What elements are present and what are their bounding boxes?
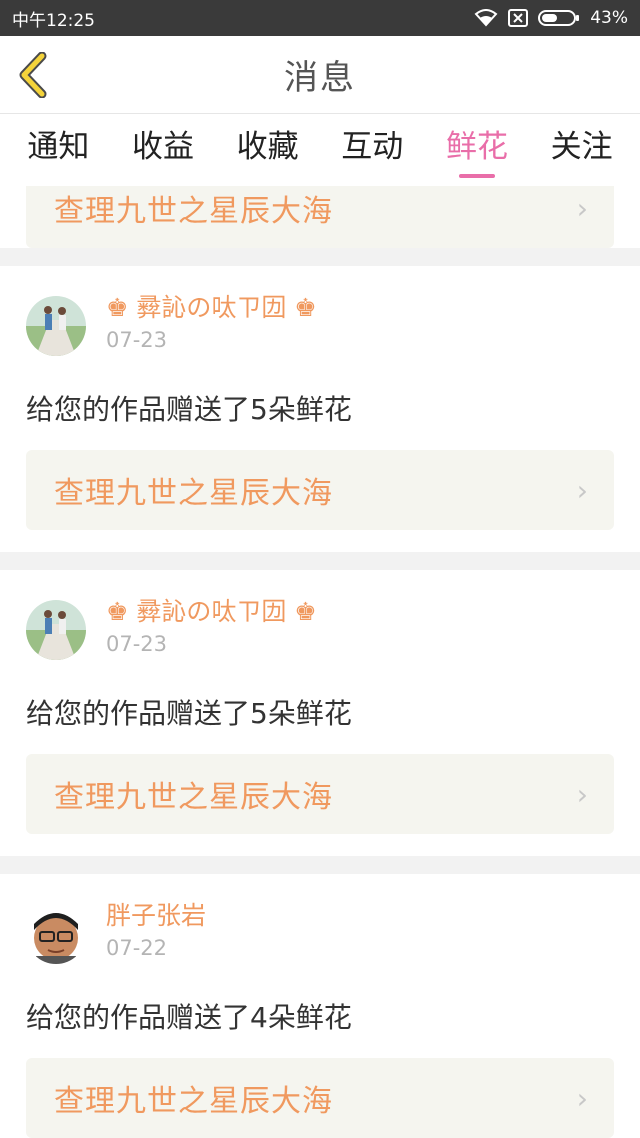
avatar[interactable]: [26, 904, 86, 964]
tab-following[interactable]: 关注: [545, 114, 619, 186]
work-title: 查理九世之星辰大海: [54, 194, 333, 229]
message-date: 07-23: [106, 632, 168, 656]
chevron-right-icon: ›: [576, 473, 588, 507]
back-button[interactable]: [14, 52, 54, 98]
work-link[interactable]: 查理九世之星辰大海 ›: [26, 450, 614, 530]
status-bar: 中午12:25 43%: [0, 0, 640, 36]
user-row: ♚ 彛訫の呔ㄗ㘞 ♚ 07-23: [26, 594, 614, 666]
message-date: 07-23: [106, 328, 168, 352]
tab-notifications[interactable]: 通知: [21, 114, 95, 186]
user-name[interactable]: 胖子张岩: [106, 898, 206, 934]
message-card: ♚ 彛訫の呔ㄗ㘞 ♚ 07-23 给您的作品赠送了5朵鲜花 查理九世之星辰大海 …: [0, 570, 640, 856]
work-title: 查理九世之星辰大海: [54, 476, 333, 511]
message-list: 查理九世之星辰大海 › ♚ 彛訫の呔ㄗ㘞 ♚ 07-23 给您的作品赠送了5朵鲜…: [0, 186, 640, 1138]
message-card: 查理九世之星辰大海 ›: [0, 186, 640, 248]
avatar[interactable]: [26, 600, 86, 660]
tab-bar: 通知 收益 收藏 互动 鲜花 关注: [0, 114, 640, 186]
chevron-left-icon: [19, 52, 47, 98]
message-card: 胖子张岩 07-22 给您的作品赠送了4朵鲜花 查理九世之星辰大海 ›: [0, 874, 640, 1138]
tab-flowers[interactable]: 鲜花: [440, 114, 514, 186]
battery-icon: [538, 9, 580, 27]
work-title: 查理九世之星辰大海: [54, 780, 333, 815]
user-row: 胖子张岩 07-22: [26, 898, 614, 970]
user-name[interactable]: ♚ 彛訫の呔ㄗ㘞 ♚: [106, 594, 317, 630]
header: 消息: [0, 36, 640, 114]
tab-interactions[interactable]: 互动: [335, 114, 409, 186]
work-link[interactable]: 查理九世之星辰大海 ›: [26, 186, 614, 248]
avatar[interactable]: [26, 296, 86, 356]
message-text: 给您的作品赠送了5朵鲜花: [26, 697, 352, 730]
message-text: 给您的作品赠送了5朵鲜花: [26, 393, 352, 426]
page-title: 消息: [284, 58, 356, 98]
work-title: 查理九世之星辰大海: [54, 1084, 333, 1119]
chevron-right-icon: ›: [576, 191, 588, 225]
user-row: ♚ 彛訫の呔ㄗ㘞 ♚ 07-23: [26, 290, 614, 362]
wifi-icon: [474, 9, 498, 27]
chevron-right-icon: ›: [576, 777, 588, 811]
status-icons: 43%: [474, 8, 628, 28]
tab-favorites[interactable]: 收藏: [231, 114, 305, 186]
work-link[interactable]: 查理九世之星辰大海 ›: [26, 754, 614, 834]
battery-percent: 43%: [590, 8, 628, 28]
work-link[interactable]: 查理九世之星辰大海 ›: [26, 1058, 614, 1138]
chevron-right-icon: ›: [576, 1081, 588, 1115]
message-text: 给您的作品赠送了4朵鲜花: [26, 1001, 352, 1034]
message-date: 07-22: [106, 936, 168, 960]
message-card: ♚ 彛訫の呔ㄗ㘞 ♚ 07-23 给您的作品赠送了5朵鲜花 查理九世之星辰大海 …: [0, 266, 640, 552]
status-time: 中午12:25: [12, 10, 95, 31]
no-sim-icon: [508, 9, 529, 27]
user-name[interactable]: ♚ 彛訫の呔ㄗ㘞 ♚: [106, 290, 317, 326]
tab-earnings[interactable]: 收益: [126, 114, 200, 186]
